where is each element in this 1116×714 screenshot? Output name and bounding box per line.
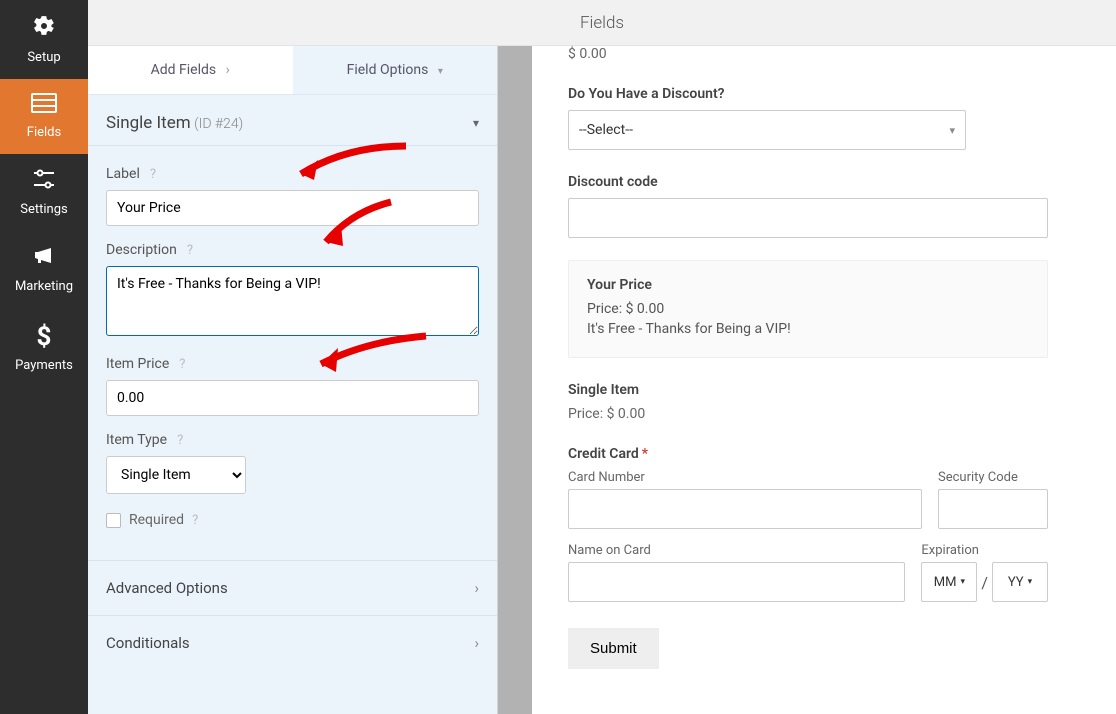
security-code-input[interactable] [938,489,1048,529]
description-group: Description ? [106,242,479,340]
description-input[interactable] [106,266,479,336]
field-title-row[interactable]: Single Item (ID #24) ▾ [88,95,497,145]
discount-select[interactable]: --Select-- ▾ [568,110,966,150]
expiration-label: Expiration [921,543,1048,558]
submit-button[interactable]: Submit [568,628,659,669]
required-row: Required ? [106,512,479,528]
tab-label: Add Fields [151,62,217,78]
chevron-right-icon: › [226,62,230,78]
discount-code-label: Discount code [568,174,1080,190]
nav-settings[interactable]: Settings [0,154,88,231]
sliders-icon [32,168,56,196]
slash-divider: / [979,573,990,592]
single-item-header: Single Item [568,382,1080,398]
chevron-down-icon: ▾ [949,124,955,137]
security-code-label: Security Code [938,470,1048,485]
chevron-right-icon: › [474,579,479,597]
page-header: Fields [88,0,1116,46]
your-price-block: Your Price Price: $ 0.00 It's Free - Tha… [568,260,1048,358]
chevron-down-icon: ▾ [438,66,443,77]
chevron-down-icon[interactable]: ▾ [473,116,479,130]
discount-question-group: Do You Have a Discount? --Select-- ▾ [568,86,1080,150]
exp-month-select[interactable]: MM▾ [921,562,977,602]
card-number-label: Card Number [568,470,922,485]
single-item-price: Price: $ 0.00 [568,406,1080,422]
advanced-options-row[interactable]: Advanced Options › [88,560,497,615]
nav-label: Fields [27,125,61,140]
required-star: * [642,446,648,462]
credit-card-block: Credit Card* Card Number Security Code N… [568,446,1080,602]
label-input[interactable] [106,190,479,226]
left-nav: Setup Fields Settings Marketing $ Paymen… [0,0,88,714]
discount-code-input[interactable] [568,198,1048,238]
security-code-col: Security Code [938,470,1048,529]
fields-icon [31,93,57,119]
required-checkbox[interactable] [106,513,121,528]
nav-payments[interactable]: $ Payments [0,308,88,387]
chevron-down-icon: ▾ [1028,577,1033,587]
builder-panel: Add Fields › Field Options ▾ Single Item… [88,46,498,714]
label-label: Label ? [106,166,479,182]
tab-add-fields[interactable]: Add Fields › [88,46,293,94]
credit-card-label: Credit Card* [568,446,1080,462]
required-label: Required [129,512,184,528]
chevron-right-icon: › [474,634,479,652]
conditionals-row[interactable]: Conditionals › [88,615,497,670]
item-type-label: Item Type ? [106,432,479,448]
label-group: Label ? [106,166,479,226]
name-on-card-col: Name on Card [568,543,905,602]
item-price-group: Item Price ? [106,356,479,416]
your-price-desc: It's Free - Thanks for Being a VIP! [587,321,1029,337]
discount-question-label: Do You Have a Discount? [568,86,1080,102]
preview-panel: $ 0.00 Do You Have a Discount? --Select-… [532,46,1116,714]
options-body: Label ? Description ? Item Price ? [88,145,497,540]
dollar-icon: $ [37,322,52,352]
description-label: Description ? [106,242,479,258]
your-price-value: Price: $ 0.00 [587,301,1029,317]
splitter-bar[interactable] [498,46,532,714]
builder-tabs: Add Fields › Field Options ▾ [88,46,497,95]
top-price: $ 0.00 [568,46,1080,62]
field-id: (ID #24) [194,116,243,132]
nav-label: Settings [20,202,67,217]
name-on-card-input[interactable] [568,562,905,602]
field-title: Single Item [106,113,191,133]
tab-label: Field Options [347,62,429,78]
chevron-down-icon: ▾ [960,577,965,587]
name-on-card-label: Name on Card [568,543,905,558]
nav-fields[interactable]: Fields [0,79,88,154]
page-title: Fields [580,13,624,33]
nav-marketing[interactable]: Marketing [0,231,88,308]
your-price-header: Your Price [587,277,1029,293]
bullhorn-icon [32,245,56,273]
item-price-label: Item Price ? [106,356,479,372]
help-icon[interactable]: ? [177,433,183,448]
nav-label: Setup [27,50,60,65]
single-item-block: Single Item Price: $ 0.00 [568,382,1080,422]
nav-setup[interactable]: Setup [0,0,88,79]
nav-label: Marketing [15,279,73,294]
card-number-input[interactable] [568,489,922,529]
tab-field-options[interactable]: Field Options ▾ [293,46,498,94]
discount-code-group: Discount code [568,174,1080,238]
gear-icon [32,14,56,44]
card-number-col: Card Number [568,470,922,529]
item-price-input[interactable] [106,380,479,416]
item-type-group: Item Type ? Single Item [106,432,479,494]
help-icon[interactable]: ? [187,243,193,258]
nav-label: Payments [15,358,73,373]
exp-year-select[interactable]: YY▾ [992,562,1048,602]
expiration-col: Expiration MM▾ / YY▾ [921,543,1048,602]
help-icon[interactable]: ? [179,357,185,372]
help-icon[interactable]: ? [192,513,198,528]
item-type-select[interactable]: Single Item [106,456,246,494]
help-icon[interactable]: ? [150,167,156,182]
